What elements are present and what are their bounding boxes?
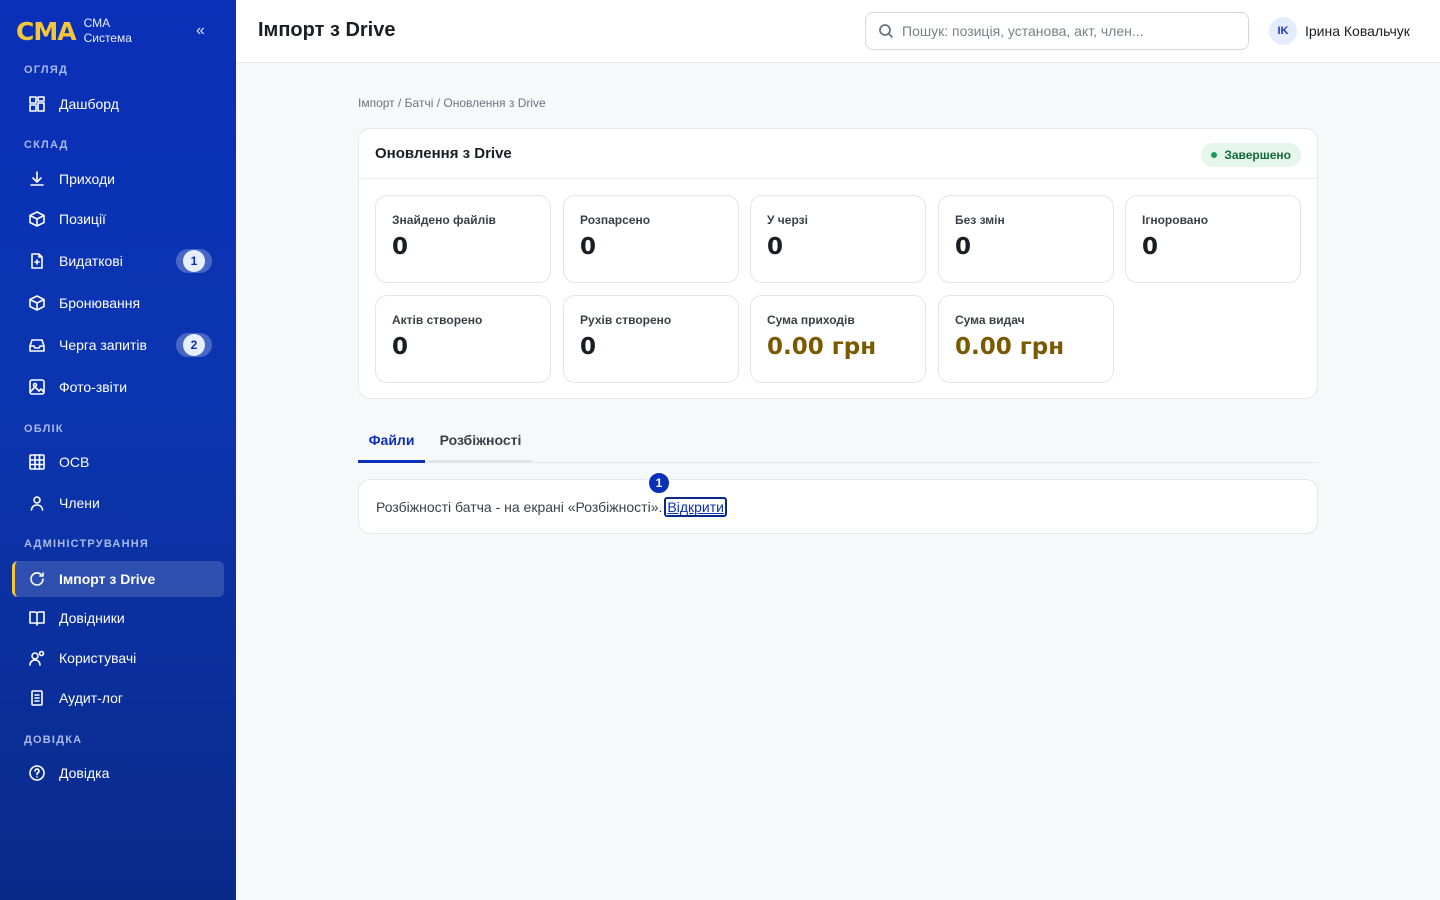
section-admin: АДМІНІСТРУВАННЯ [24, 538, 149, 550]
help-circle-icon [28, 764, 46, 782]
sidebar-item-label: Члени [59, 495, 100, 511]
sidebar-item-label: Черга запитів [59, 337, 147, 353]
search-input[interactable] [902, 23, 1232, 39]
sidebar-item-positions[interactable]: Позиції [12, 201, 224, 237]
sidebar-item-label: Позиції [59, 211, 106, 227]
sidebar-item-dashboard[interactable]: Дашборд [12, 86, 224, 122]
document-icon [28, 252, 46, 270]
sidebar-item-directories[interactable]: Довідники [12, 600, 224, 636]
section-overview: ОГЛЯД [24, 64, 68, 76]
box-icon [28, 210, 46, 228]
sidebar-item-label: Довідка [59, 765, 110, 781]
sidebar: СМА СМА Система « ОГЛЯД Дашборд СКЛАД Пр… [0, 0, 236, 900]
grid-icon [28, 95, 46, 113]
stat-ignored: Ігноровано 0 [1125, 195, 1301, 283]
breadcrumb[interactable]: Імпорт / Батчі / Оновлення з Drive [358, 96, 546, 110]
expenses-count-badge: 1 [176, 249, 212, 273]
sidebar-item-label: Імпорт з Drive [59, 571, 156, 587]
card-title: Оновлення з Drive [375, 145, 512, 162]
section-help: ДОВІДКА [24, 734, 83, 746]
user-icon [28, 494, 46, 512]
image-icon [28, 378, 46, 396]
search-box[interactable] [865, 12, 1249, 50]
stat-income-sum: Сума приходів 0.00 грн [750, 295, 926, 383]
clipboard-icon [28, 689, 46, 707]
box-icon [28, 294, 46, 312]
stat-queued: У черзі 0 [750, 195, 926, 283]
sidebar-item-label: ОСВ [59, 454, 90, 470]
sidebar-item-audit[interactable]: Аудит-лог [12, 680, 224, 716]
section-warehouse: СКЛАД [24, 139, 69, 151]
collapse-sidebar-button[interactable]: « [196, 22, 205, 40]
stat-parsed: Розпарсено 0 [563, 195, 739, 283]
status-badge: Завершено [1201, 143, 1301, 167]
refresh-icon [28, 570, 46, 588]
sidebar-item-users[interactable]: Користувачі [12, 640, 224, 676]
sidebar-item-label: Дашборд [59, 96, 119, 112]
sidebar-item-label: Видаткові [59, 253, 123, 269]
users-icon [28, 649, 46, 667]
sidebar-item-photo-reports[interactable]: Фото-звіти [12, 369, 224, 405]
search-icon [879, 24, 894, 39]
sidebar-item-label: Приходи [59, 171, 115, 187]
stat-found-files: Знайдено файлів 0 [375, 195, 551, 283]
sidebar-item-reservations[interactable]: Бронювання [12, 285, 224, 321]
avatar: IK [1269, 17, 1297, 45]
discrepancies-info: Розбіжності батча - на екрані «Розбіжнос… [358, 479, 1318, 534]
top-header: Імпорт з Drive IK Ірина Ковальчук [236, 0, 1440, 63]
sidebar-item-label: Аудит-лог [59, 690, 123, 706]
table-icon [28, 453, 46, 471]
stat-unchanged: Без змін 0 [938, 195, 1114, 283]
brand-line-2: Система [83, 31, 132, 45]
requests-count-badge: 2 [176, 333, 212, 357]
download-icon [28, 170, 46, 188]
sidebar-item-label: Фото-звіти [59, 379, 128, 395]
sidebar-item-members[interactable]: Члени [12, 485, 224, 521]
page-title: Імпорт з Drive [258, 19, 396, 41]
stat-issue-sum: Сума видач 0.00 грн [938, 295, 1114, 383]
stat-acts-created: Актів створено 0 [375, 295, 551, 383]
user-name: Ірина Ковальчук [1305, 23, 1410, 39]
sidebar-item-expenses[interactable]: Видаткові 1 [12, 243, 224, 279]
sidebar-item-label: Бронювання [59, 295, 141, 311]
sidebar-item-label: Довідники [59, 610, 125, 626]
brand-logo: СМА [16, 16, 77, 46]
inbox-icon [28, 336, 46, 354]
step-marker: 1 [647, 471, 671, 495]
tab-files[interactable]: Файли [358, 420, 425, 463]
sidebar-item-osv[interactable]: ОСВ [12, 444, 224, 480]
user-menu[interactable]: IK Ірина Ковальчук [1269, 17, 1410, 45]
sidebar-item-requests[interactable]: Черга запитів 2 [12, 327, 224, 363]
sidebar-item-label: Користувачі [59, 650, 137, 666]
section-accounting: ОБЛІК [24, 423, 64, 435]
batch-summary-card: Оновлення з Drive Завершено Знайдено фай… [358, 128, 1318, 399]
info-text: Розбіжності батча - на екрані «Розбіжнос… [376, 498, 663, 515]
brand-line-1: СМА [83, 16, 111, 30]
status-dot-icon [1211, 152, 1218, 158]
book-icon [28, 609, 46, 627]
tab-discrepancies[interactable]: Розбіжності [429, 420, 532, 463]
sidebar-item-help[interactable]: Довідка [12, 755, 224, 791]
sidebar-item-drive-import[interactable]: Імпорт з Drive [12, 561, 224, 597]
open-discrepancies-link[interactable]: Відкрити [664, 496, 727, 517]
sidebar-item-incoming[interactable]: Приходи [12, 161, 224, 197]
brand[interactable]: СМА СМА Система [16, 16, 132, 46]
tabs: Файли Розбіжності [358, 420, 1318, 463]
stat-moves-created: Рухів створено 0 [563, 295, 739, 383]
